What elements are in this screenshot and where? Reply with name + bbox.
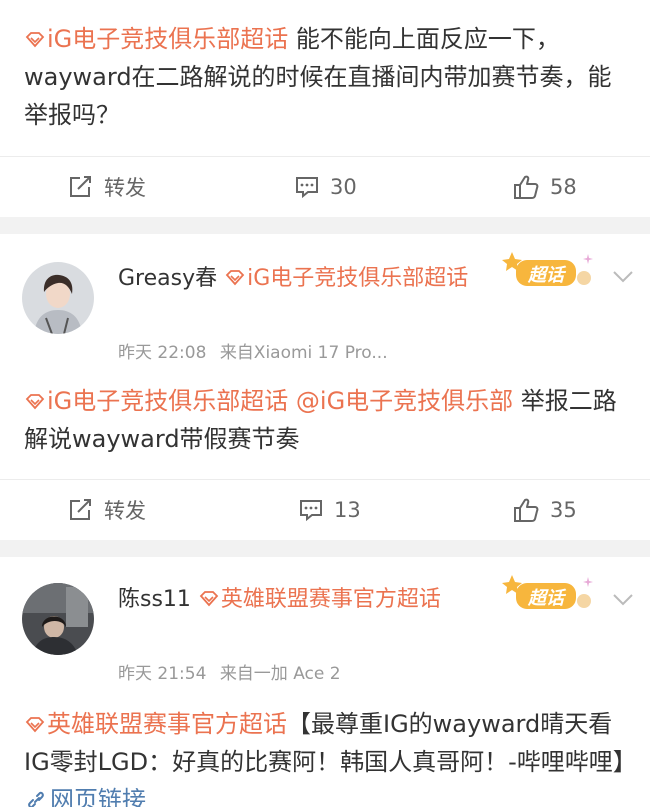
supertopic-badge[interactable]: 超话 [500, 248, 596, 292]
post-meta: 昨天 21:54 来自一加 Ace 2 [118, 659, 341, 684]
user-topic-link[interactable]: 英雄联盟赛事官方超话 [198, 587, 441, 612]
like-button[interactable]: 58 [512, 157, 577, 217]
link-icon [28, 791, 44, 807]
comment-button[interactable]: 30 [294, 157, 357, 217]
post-card-3: 陈ss11 英雄联盟赛事官方超话 昨天 21:54 来自一加 Ace 2 超话 … [0, 557, 650, 807]
badge-label: 超话 [528, 588, 564, 609]
repost-icon [70, 176, 91, 197]
web-link[interactable]: 网页链接 [24, 786, 146, 807]
user-info: Greasy春 iG电子竞技俱乐部超话 [118, 260, 478, 298]
like-button[interactable]: 35 [512, 480, 577, 540]
user-name[interactable]: Greasy春 [118, 266, 217, 291]
chevron-down-icon[interactable] [612, 593, 634, 607]
thumbs-up-icon [514, 175, 539, 199]
avatar[interactable] [22, 583, 94, 655]
post-card-2: Greasy春 iG电子竞技俱乐部超话 昨天 22:08 来自Xiaomi 17… [0, 234, 650, 540]
chevron-down-icon[interactable] [612, 270, 634, 284]
avatar-image [22, 583, 94, 655]
post-text: iG电子竞技俱乐部超话 能不能向上面反应一下，wayward在二路解说的时候在直… [24, 20, 632, 134]
topic-diamond-icon [25, 32, 45, 48]
comment-icon [300, 500, 322, 522]
user-info: 陈ss11 英雄联盟赛事官方超话 [118, 581, 478, 619]
post-source: 来自一加 Ace 2 [219, 664, 341, 684]
post-time: 昨天 21:54 [118, 664, 207, 684]
repost-icon [70, 499, 91, 520]
topic-link[interactable]: iG电子竞技俱乐部超话 [24, 25, 288, 53]
user-name[interactable]: 陈ss11 [118, 587, 191, 612]
thumbs-up-icon [514, 498, 539, 522]
topic-link[interactable]: 英雄联盟赛事官方超话 [24, 710, 287, 738]
post-source: 来自Xiaomi 17 Pro... [219, 343, 388, 363]
avatar-image [22, 262, 94, 334]
topic-diamond-icon [199, 591, 219, 607]
action-bar: 转发 30 58 [0, 156, 650, 216]
topic-diamond-icon [25, 717, 45, 733]
repost-button[interactable]: 转发 [68, 157, 146, 217]
badge-label: 超话 [528, 265, 564, 286]
supertopic-badge[interactable]: 超话 [500, 571, 596, 615]
topic-diamond-icon [25, 394, 45, 410]
user-topic-link[interactable]: iG电子竞技俱乐部超话 [224, 266, 468, 291]
post-meta: 昨天 22:08 来自Xiaomi 17 Pro... [118, 338, 388, 363]
comment-button[interactable]: 13 [298, 480, 361, 540]
post-text: iG电子竞技俱乐部超话 @iG电子竞技俱乐部 举报二路解说wayward带假赛节… [24, 382, 632, 458]
avatar[interactable] [22, 262, 94, 334]
post-text: 英雄联盟赛事官方超话【最尊重IG的wayward晴天看IG零封LGD：好真的比赛… [24, 705, 637, 807]
post-card-1: iG电子竞技俱乐部超话 能不能向上面反应一下，wayward在二路解说的时候在直… [0, 0, 650, 217]
mention-link[interactable]: @iG电子竞技俱乐部 [288, 387, 513, 415]
topic-link[interactable]: iG电子竞技俱乐部超话 [24, 387, 288, 415]
repost-button[interactable]: 转发 [68, 480, 146, 540]
action-bar: 转发 13 35 [0, 479, 650, 539]
comment-icon [296, 177, 318, 199]
topic-diamond-icon [225, 270, 245, 286]
post-time: 昨天 22:08 [118, 343, 207, 363]
